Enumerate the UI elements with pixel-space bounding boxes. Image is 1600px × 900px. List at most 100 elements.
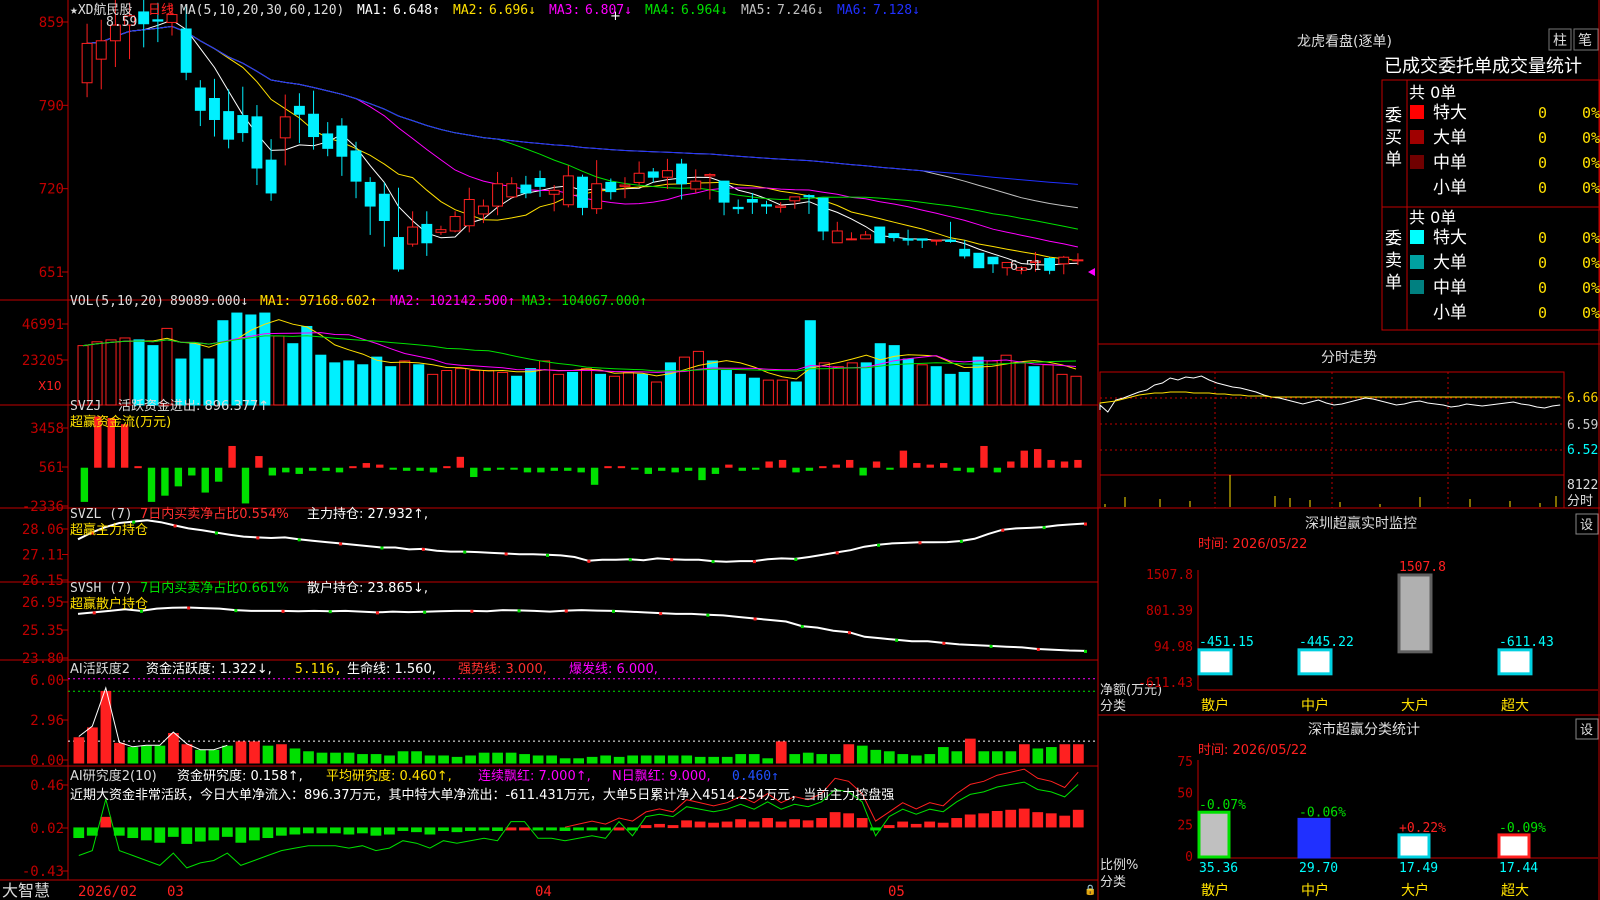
- tick-mode-label: 笔: [1578, 33, 1592, 49]
- ai2-bar: [1072, 809, 1084, 828]
- candle-body: [1058, 256, 1070, 265]
- ai2-bar: [1018, 808, 1030, 828]
- ai1-bar: [357, 754, 368, 764]
- volume-chart[interactable]: [77, 312, 1082, 406]
- svsh-tick: [187, 606, 191, 610]
- ai1-ytick-1: 2.96: [30, 713, 64, 729]
- vol-ma2: MA2: 102142.500↑: [390, 294, 515, 309]
- sz-class-ytick-0: 75: [1177, 755, 1193, 770]
- volume-bar: [189, 343, 201, 406]
- svzj-bar: [483, 467, 491, 471]
- ai2-bar: [775, 821, 787, 828]
- ai1-bar: [303, 751, 314, 764]
- volume-bar: [343, 360, 355, 406]
- ai2-bar: [600, 827, 611, 831]
- svzj-ytick-1: 561: [39, 460, 64, 476]
- svzj-chart[interactable]: [80, 416, 1082, 504]
- intraday-ytick-2: 6.52: [1567, 443, 1598, 458]
- dragon-sell_rows-count-3: 0: [1538, 304, 1547, 322]
- svzj-bar: [671, 467, 679, 473]
- svsh-tick: [942, 641, 946, 645]
- sz-class-cat-3: 超大: [1501, 883, 1529, 899]
- volume-bar: [119, 337, 131, 406]
- svzj-bar: [201, 467, 209, 493]
- ai-activity-chart[interactable]: [68, 678, 1098, 764]
- svzl-tick: [546, 553, 550, 557]
- candle-body: [520, 184, 532, 194]
- svzj-bar: [362, 463, 371, 468]
- ai2-bar: [73, 827, 85, 839]
- volume-bar: [147, 345, 159, 406]
- dragon-sell_rows-label-1: 大单: [1433, 253, 1467, 273]
- volume-bar: [692, 350, 704, 406]
- volume-bar: [720, 370, 732, 406]
- vol-ytick-1: 23205: [22, 353, 64, 369]
- volume-bar: [455, 368, 467, 406]
- svzj-bar: [188, 467, 196, 476]
- volume-bar: [567, 371, 579, 406]
- candle-body: [421, 223, 433, 244]
- svzl-chart[interactable]: [77, 519, 1087, 564]
- candlestick-chart[interactable]: [81, 0, 1095, 276]
- svzj-bar: [725, 464, 733, 468]
- candle-body: [959, 248, 971, 257]
- buy-total: 共 0单: [1409, 83, 1456, 102]
- intraday-price-line: [1099, 375, 1561, 413]
- volume-bar: [594, 373, 607, 406]
- volume-bar: [301, 325, 313, 406]
- ai2-bar: [654, 823, 665, 828]
- svsh-tick: [989, 644, 993, 648]
- svzj-bar: [926, 464, 934, 468]
- svsh-tick: [423, 610, 427, 614]
- candle-body: [619, 184, 631, 187]
- ai1-bar: [519, 754, 530, 764]
- svzj-bar: [644, 467, 652, 474]
- svzj-bar: [308, 467, 317, 471]
- svzj-bar: [711, 467, 720, 474]
- ma-header-value-0: 6.648↑: [393, 3, 440, 18]
- svzj-bar: [577, 467, 585, 473]
- svzl-tick: [504, 552, 508, 556]
- svzj-bar: [1047, 459, 1055, 468]
- dragon-buy_rows-count-0: 0: [1538, 104, 1547, 122]
- volume-bar: [734, 373, 746, 406]
- svzj-bar: [470, 467, 478, 478]
- ai1-bar: [262, 745, 274, 764]
- svzl-tick: [628, 558, 632, 562]
- dragon-buy_rows-label-1: 大单: [1433, 128, 1467, 148]
- svsh-tick: [800, 625, 804, 629]
- ai1-bar: [330, 752, 341, 764]
- svzl-tick: [339, 542, 343, 546]
- period-label[interactable]: 日线: [148, 3, 174, 18]
- ai2-bar: [492, 827, 503, 831]
- ai1-c: 生命线: 1.560,: [347, 661, 436, 677]
- svsh-chart[interactable]: [77, 606, 1087, 653]
- svzj-bar: [698, 467, 706, 481]
- ai2-bar: [883, 825, 895, 829]
- svzj-bar: [738, 467, 746, 471]
- sz-monitor-chart: 1507.8 801.39 94.98 -611.43 -451.15 散户 -445.22…: [1138, 560, 1598, 714]
- svzl-tick: [711, 560, 715, 564]
- candle-body: [477, 205, 489, 215]
- x-label-feb: 2026/02: [78, 884, 137, 900]
- ai2-bar: [978, 813, 990, 828]
- ai1-bar: [870, 749, 882, 764]
- ai2-bar: [924, 821, 936, 828]
- ai2-bar: [235, 827, 247, 843]
- dragon-sell_rows-pct-3: 0%: [1582, 304, 1600, 322]
- dragon-sell_rows-swatch-0: [1410, 230, 1424, 244]
- svzj-bar: [899, 450, 908, 468]
- svzj-bar: [510, 467, 518, 470]
- ai2-bar: [856, 818, 868, 828]
- svzl-tick: [877, 543, 881, 547]
- ai1-bar: [721, 756, 733, 764]
- svzj-bar: [550, 467, 559, 471]
- ai1-ytick-2: 0.00: [30, 753, 64, 769]
- volume-bar: [678, 356, 690, 406]
- low-price-label: 6.51: [1010, 259, 1041, 274]
- x-label-apr: 04: [535, 884, 552, 900]
- candle-body: [845, 238, 857, 241]
- dragon-tabs[interactable]: 已成交委托单成交量统计: [1384, 56, 1582, 77]
- svsh-tick: [470, 609, 474, 613]
- lock-icon[interactable]: 🔒: [1084, 884, 1096, 896]
